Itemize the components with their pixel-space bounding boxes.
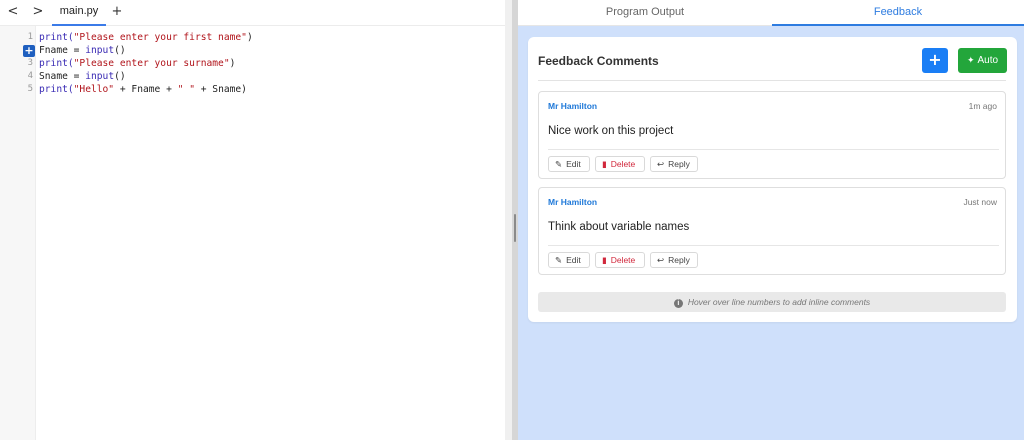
right-tabbar: Program Output Feedback (518, 0, 1024, 26)
comment-timestamp: 1m ago (968, 101, 997, 111)
code-token: Sname = (39, 71, 86, 82)
editor-tabbar: < > main.py + (0, 0, 512, 26)
code-token: print( (39, 32, 74, 43)
comment-item: Mr Hamilton Just now Think about variabl… (538, 187, 1006, 275)
code-token: Fname = (39, 45, 86, 56)
code-token: "Please enter your surname" (73, 58, 230, 69)
nav-back-button[interactable]: < (4, 3, 22, 21)
comment-text: Think about variable names (548, 221, 690, 233)
code-line[interactable]: Fname = input() (39, 44, 253, 57)
right-panel: Program Output Feedback Feedback Comment… (518, 0, 1024, 440)
code-line[interactable]: Sname = input() (39, 70, 253, 83)
feedback-title: Feedback Comments (538, 54, 659, 68)
comment-timestamp: Just now (963, 197, 997, 207)
comment-item: Mr Hamilton 1m ago Nice work on this pro… (538, 91, 1006, 179)
feedback-card: Feedback Comments + ✦ Auto Mr Hamilton 1m… (528, 37, 1017, 322)
line-number[interactable]: 4 (19, 70, 33, 83)
splitter-grip-icon[interactable] (514, 214, 516, 242)
code-area[interactable]: print("Please enter your first name") Fna… (39, 31, 253, 96)
tab-feedback[interactable]: Feedback (772, 0, 1024, 26)
hint-text: Hover over line numbers to add inline co… (687, 297, 871, 307)
code-line[interactable]: print("Please enter your surname") (39, 57, 253, 70)
title-divider (538, 80, 1006, 81)
tab-program-output[interactable]: Program Output (518, 0, 772, 26)
delete-label: Delete (610, 159, 636, 169)
edit-icon: ✎ (555, 256, 563, 266)
code-token: "Hello" (73, 84, 115, 95)
delete-comment-button[interactable]: ▮ Delete (595, 252, 645, 268)
code-token: " " (177, 84, 195, 95)
reply-comment-button[interactable]: ↩ Reply (650, 252, 698, 268)
inline-comment-hint: i Hover over line numbers to add inline c… (538, 292, 1006, 312)
code-token: input (85, 45, 115, 56)
reply-label: Reply (668, 159, 690, 169)
reply-icon: ↩ (657, 160, 665, 170)
add-inline-comment-icon[interactable]: + (23, 45, 35, 57)
file-tab-main[interactable]: main.py (52, 0, 106, 26)
code-token: ) (246, 32, 253, 43)
comment-divider (548, 245, 999, 246)
edit-icon: ✎ (555, 160, 563, 170)
comment-text: Nice work on this project (548, 125, 674, 137)
code-token: + Sname) (194, 84, 247, 95)
trash-icon: ▮ (602, 160, 607, 170)
code-token: input (85, 71, 115, 82)
add-file-button[interactable]: + (110, 3, 124, 21)
edit-comment-button[interactable]: ✎ Edit (548, 252, 590, 268)
info-icon: i (673, 299, 683, 308)
add-comment-button[interactable]: + (922, 48, 948, 73)
code-token: () (114, 45, 126, 56)
code-token: + Fname + (114, 84, 178, 95)
line-number[interactable]: 5 (19, 83, 33, 96)
line-number[interactable]: 1 (19, 31, 33, 44)
code-token: print( (39, 84, 74, 95)
code-line[interactable]: print("Please enter your first name") (39, 31, 253, 44)
code-editor: < > main.py + 1 + 3 4 5 print("Please en… (0, 0, 512, 440)
line-number[interactable]: 3 (19, 57, 33, 70)
editor-scrollbar[interactable] (505, 0, 512, 440)
edit-label: Edit (566, 159, 581, 169)
reply-icon: ↩ (657, 256, 665, 266)
edit-label: Edit (566, 255, 581, 265)
code-token: "Please enter your first name" (73, 32, 247, 43)
magic-wand-icon: ✦ (966, 55, 975, 65)
reply-label: Reply (668, 255, 690, 265)
comment-author: Mr Hamilton (548, 101, 598, 111)
line-number-gutter: 1 + 3 4 5 (0, 26, 36, 440)
trash-icon: ▮ (602, 256, 607, 266)
code-token: print( (39, 58, 74, 69)
comment-divider (548, 149, 999, 150)
code-token: () (114, 71, 126, 82)
reply-comment-button[interactable]: ↩ Reply (650, 156, 698, 172)
code-token: ) (229, 58, 236, 69)
code-line[interactable]: print("Hello" + Fname + " " + Sname) (39, 83, 253, 96)
auto-feedback-button[interactable]: ✦ Auto (958, 48, 1007, 73)
delete-label: Delete (610, 255, 636, 265)
nav-forward-button[interactable]: > (29, 3, 47, 21)
auto-button-label: Auto (977, 55, 999, 66)
delete-comment-button[interactable]: ▮ Delete (595, 156, 645, 172)
app-root: < > main.py + 1 + 3 4 5 print("Please en… (0, 0, 1024, 440)
comment-author: Mr Hamilton (548, 197, 598, 207)
edit-comment-button[interactable]: ✎ Edit (548, 156, 590, 172)
